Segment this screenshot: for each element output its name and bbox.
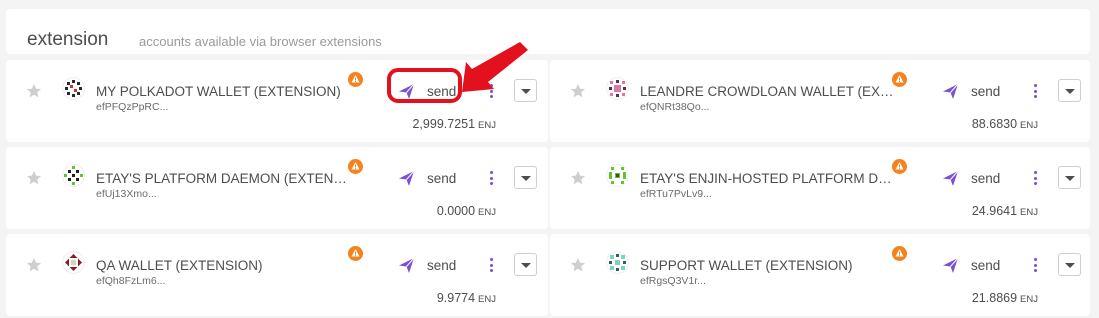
warning-icon bbox=[892, 246, 907, 261]
account-card: ETAY'S PLATFORM DAEMON (EXTENSION) efUj1… bbox=[6, 147, 548, 229]
send-button[interactable]: send bbox=[940, 167, 1010, 189]
send-button[interactable]: send bbox=[940, 80, 1010, 102]
favorite-star-icon[interactable] bbox=[570, 257, 586, 273]
balance-unit: ENJ bbox=[478, 207, 496, 218]
send-label: send bbox=[971, 170, 1001, 186]
balance-unit: ENJ bbox=[1020, 207, 1038, 218]
account-name: MY POLKADOT WALLET (EXTENSION) bbox=[96, 84, 341, 99]
account-identicon bbox=[62, 164, 85, 187]
section-subtitle: accounts available via browser extension… bbox=[139, 34, 382, 49]
account-address: efRTu7PvLv9... bbox=[640, 188, 712, 200]
send-button[interactable]: send bbox=[396, 167, 466, 189]
favorite-star-icon[interactable] bbox=[26, 257, 42, 273]
balance-value: 9.9774 bbox=[436, 291, 476, 305]
favorite-star-icon[interactable] bbox=[26, 170, 42, 186]
send-label: send bbox=[971, 257, 1001, 273]
warning-icon bbox=[348, 159, 363, 174]
send-icon bbox=[399, 257, 415, 273]
warning-icon bbox=[892, 72, 907, 87]
account-balance: 24.9641 ENJ bbox=[972, 204, 1038, 218]
account-balance: 2,999.7251 ENJ bbox=[412, 117, 496, 131]
expand-dropdown-button[interactable] bbox=[514, 253, 537, 276]
account-card: ETAY'S ENJIN-HOSTED PLATFORM DAEMON (EXT… bbox=[550, 147, 1090, 229]
section-title: extension bbox=[27, 29, 109, 50]
send-label: send bbox=[427, 257, 457, 273]
warning-icon bbox=[348, 246, 363, 261]
expand-dropdown-button[interactable] bbox=[514, 166, 537, 189]
account-balance: 21.8869 ENJ bbox=[972, 291, 1038, 305]
account-address: efPFQzPpRC... bbox=[96, 101, 169, 113]
more-options-icon[interactable] bbox=[486, 256, 496, 274]
expand-dropdown-button[interactable] bbox=[1058, 79, 1081, 102]
account-balance: 88.6830 ENJ bbox=[972, 117, 1038, 131]
balance-value: 0.0000 bbox=[436, 204, 476, 218]
section-header: extension accounts available via browser… bbox=[6, 9, 1090, 54]
balance-unit: ENJ bbox=[478, 120, 496, 131]
more-options-icon[interactable] bbox=[1030, 82, 1040, 100]
favorite-star-icon[interactable] bbox=[570, 83, 586, 99]
send-label: send bbox=[427, 170, 457, 186]
account-name: ETAY'S ENJIN-HOSTED PLATFORM DAEMON (EXT… bbox=[640, 171, 895, 186]
account-balance: 0.0000 ENJ bbox=[437, 204, 496, 218]
account-address: efUj13Xmo... bbox=[96, 188, 157, 200]
account-address: efQh8FzLm6... bbox=[96, 275, 166, 287]
account-name: LEANDRE CROWDLOAN WALLET (EXTENSION) bbox=[640, 84, 895, 99]
account-name: QA WALLET (EXTENSION) bbox=[96, 258, 263, 273]
balance-value: 21.8869 bbox=[971, 291, 1018, 305]
balance-unit: ENJ bbox=[1020, 294, 1038, 305]
balance-value: 24.9641 bbox=[971, 204, 1018, 218]
balance-value: 88.6830 bbox=[971, 117, 1018, 131]
account-identicon bbox=[62, 77, 85, 100]
send-button[interactable]: send bbox=[940, 254, 1010, 276]
send-label: send bbox=[971, 83, 1001, 99]
send-icon bbox=[943, 170, 959, 186]
send-button[interactable]: send bbox=[396, 254, 466, 276]
expand-dropdown-button[interactable] bbox=[1058, 166, 1081, 189]
send-highlight-box bbox=[387, 68, 462, 103]
account-identicon bbox=[62, 251, 85, 274]
account-name: ETAY'S PLATFORM DAEMON (EXTENSION) bbox=[96, 171, 351, 186]
pointer-arrow-icon bbox=[462, 42, 528, 92]
send-icon bbox=[943, 83, 959, 99]
send-icon bbox=[943, 257, 959, 273]
more-options-icon[interactable] bbox=[1030, 256, 1040, 274]
balance-unit: ENJ bbox=[1020, 120, 1038, 131]
more-options-icon[interactable] bbox=[486, 169, 496, 187]
warning-icon bbox=[892, 159, 907, 174]
account-address: efQNRt38Qo... bbox=[640, 101, 710, 113]
account-identicon bbox=[606, 164, 629, 187]
account-card: QA WALLET (EXTENSION) efQh8FzLm6... send… bbox=[6, 234, 548, 316]
account-identicon bbox=[606, 251, 629, 274]
more-options-icon[interactable] bbox=[1030, 169, 1040, 187]
account-balance: 9.9774 ENJ bbox=[437, 291, 496, 305]
account-name: SUPPORT WALLET (EXTENSION) bbox=[640, 258, 853, 273]
balance-unit: ENJ bbox=[478, 294, 496, 305]
send-icon bbox=[399, 170, 415, 186]
account-identicon bbox=[606, 77, 629, 100]
balance-value: 2,999.7251 bbox=[412, 117, 476, 131]
expand-dropdown-button[interactable] bbox=[1058, 253, 1081, 276]
warning-icon bbox=[348, 72, 363, 87]
account-address: efRgsQ3V1r... bbox=[640, 275, 706, 287]
favorite-star-icon[interactable] bbox=[570, 170, 586, 186]
account-card: LEANDRE CROWDLOAN WALLET (EXTENSION) efQ… bbox=[550, 60, 1090, 142]
favorite-star-icon[interactable] bbox=[26, 83, 42, 99]
account-card: SUPPORT WALLET (EXTENSION) efRgsQ3V1r...… bbox=[550, 234, 1090, 316]
